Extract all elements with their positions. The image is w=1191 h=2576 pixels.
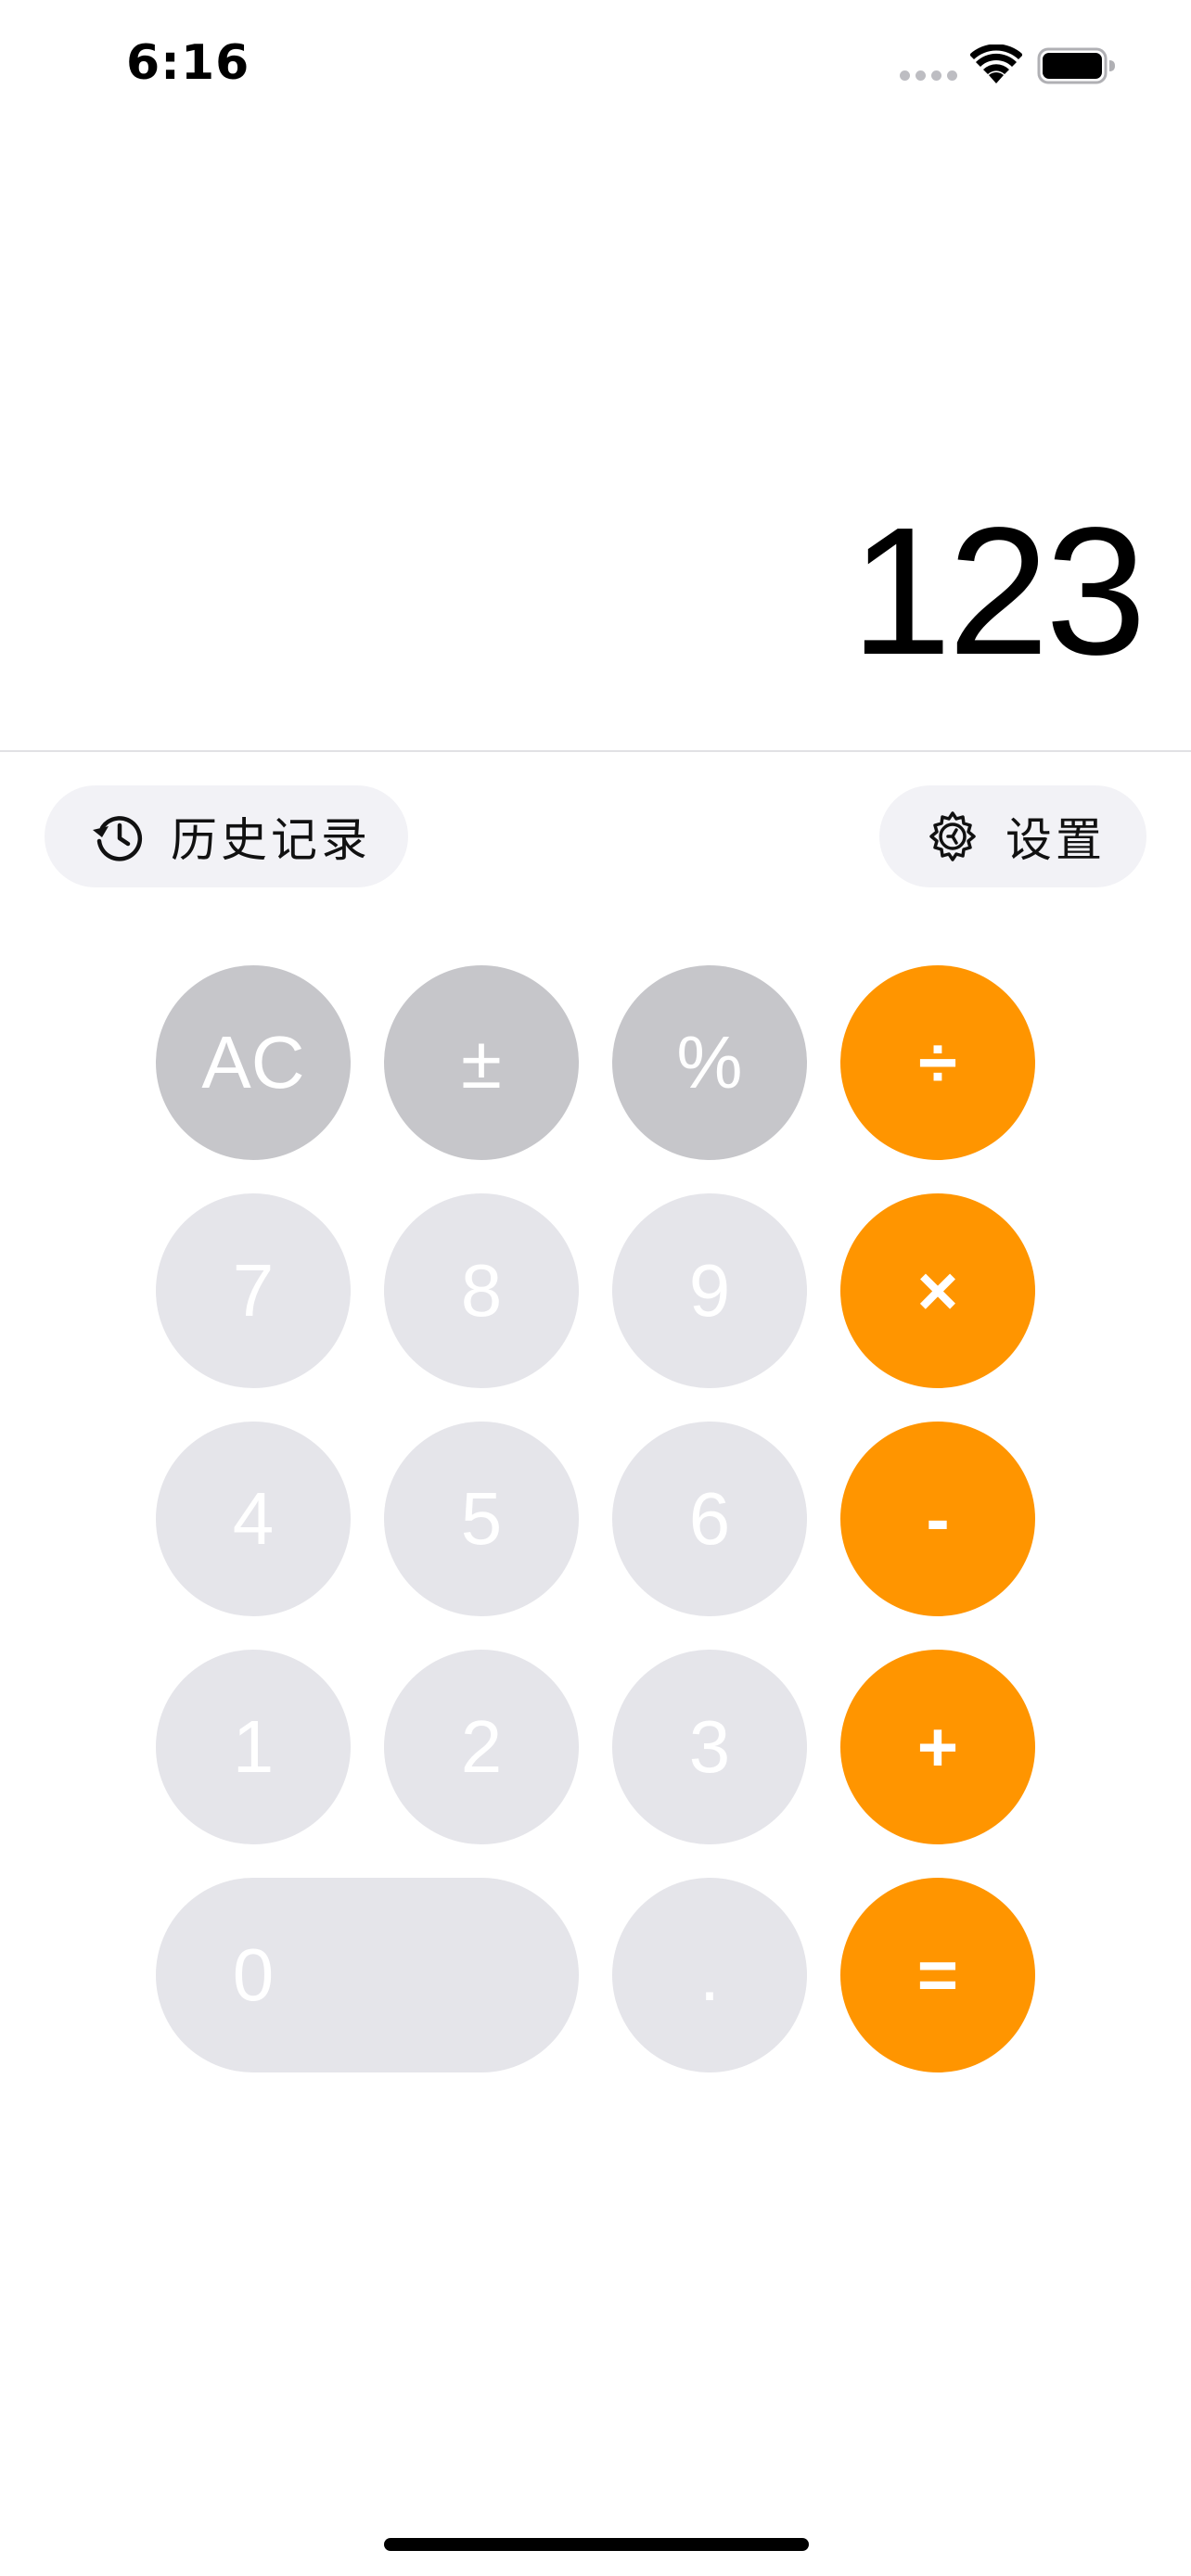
- home-indicator[interactable]: [384, 2538, 809, 2551]
- divider: [0, 750, 1191, 752]
- gear-icon: [929, 811, 976, 861]
- clock-history-icon: [93, 816, 143, 861]
- status-time: 6:16: [126, 35, 250, 91]
- decimal-button[interactable]: .: [612, 1878, 807, 2072]
- subtract-button[interactable]: -: [840, 1422, 1035, 1616]
- status-bar: 6:16: [0, 0, 1191, 139]
- add-button[interactable]: +: [840, 1650, 1035, 1844]
- digit-0-button[interactable]: 0: [156, 1878, 579, 2072]
- digit-9-button[interactable]: 9: [612, 1193, 807, 1388]
- battery-icon: [1037, 47, 1115, 84]
- settings-button[interactable]: 设置: [879, 785, 1146, 887]
- history-label: 历史记录: [171, 813, 371, 867]
- display-value: 123: [850, 490, 1146, 693]
- percent-button[interactable]: %: [612, 965, 807, 1160]
- clear-button[interactable]: AC: [156, 965, 351, 1160]
- wifi-icon: [970, 45, 1022, 83]
- history-button[interactable]: 历史记录: [45, 785, 408, 887]
- equals-button[interactable]: =: [840, 1878, 1035, 2072]
- digit-4-button[interactable]: 4: [156, 1422, 351, 1616]
- cellular-signal-icon: [900, 70, 959, 83]
- digit-2-button[interactable]: 2: [384, 1650, 579, 1844]
- digit-6-button[interactable]: 6: [612, 1422, 807, 1616]
- divide-button[interactable]: ÷: [840, 965, 1035, 1160]
- digit-7-button[interactable]: 7: [156, 1193, 351, 1388]
- plus-minus-button[interactable]: ±: [384, 965, 579, 1160]
- multiply-button[interactable]: ×: [840, 1193, 1035, 1388]
- digit-0-label: 0: [232, 1933, 275, 2016]
- settings-label: 设置: [1005, 813, 1106, 867]
- digit-3-button[interactable]: 3: [612, 1650, 807, 1844]
- digit-1-button[interactable]: 1: [156, 1650, 351, 1844]
- digit-5-button[interactable]: 5: [384, 1422, 579, 1616]
- digit-8-button[interactable]: 8: [384, 1193, 579, 1388]
